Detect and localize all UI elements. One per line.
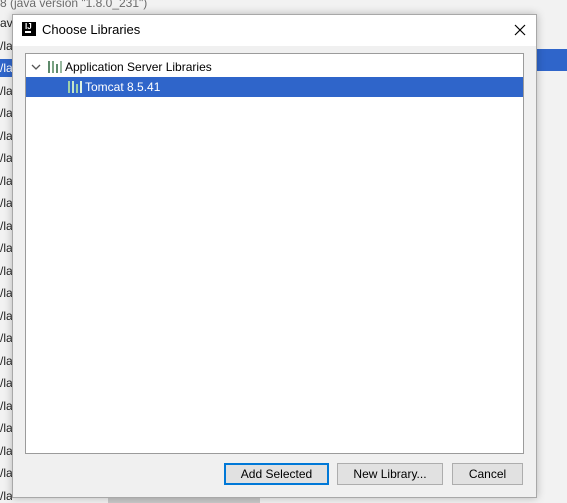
close-icon [514,24,526,36]
background-row: /lav [0,83,12,98]
background-row: /lav [0,466,12,480]
background-row: /lav [0,173,12,188]
background-row: /lav [0,241,12,255]
tree-group-application-server-libraries[interactable]: Application Server Libraries [26,57,523,77]
libraries-tree[interactable]: Application Server Libraries Tomcat 8.5.… [25,53,524,454]
background-row: /lav [0,353,12,368]
background-row: /lav [0,128,12,143]
library-icon [68,81,82,93]
tree-group-label: Application Server Libraries [65,60,212,74]
background-row: /lav [0,331,12,345]
add-selected-button[interactable]: Add Selected [224,463,329,485]
background-row: /lav [0,106,12,120]
background-status-text: 8 (java version "1.8.0_231") [0,0,567,14]
chevron-down-icon[interactable] [31,63,41,71]
background-row: /lav [0,151,12,165]
tree-item-label: Tomcat 8.5.41 [85,80,161,94]
background-row: ava [0,16,12,30]
background-row: /lav [0,376,12,390]
cancel-button[interactable]: Cancel [452,463,523,485]
background-row: /lav [0,38,12,53]
background-row: /lav [0,421,12,435]
new-library-button[interactable]: New Library... [337,463,443,485]
background-java-version-text: 8 (java version "1.8.0_231") [0,0,148,10]
close-button[interactable] [506,17,534,43]
background-row: /lav [0,443,12,458]
background-row: /lav [0,308,12,323]
background-list: ava/lav/lav/lav/lav/lav/lav/lav/lav/lav /… [0,14,12,503]
background-row: /lav [0,263,12,278]
dialog-titlebar: Choose Libraries [13,15,536,46]
background-scrollbar [108,498,260,503]
choose-libraries-dialog: Choose Libraries Application Server Libr… [12,14,537,498]
dialog-title: Choose Libraries [42,22,141,37]
background-row: /lav [0,218,12,233]
intellij-icon [22,22,36,36]
background-row: /lav [0,286,12,300]
background-row: /lav [0,398,12,413]
tree-item-tomcat[interactable]: Tomcat 8.5.41 [26,77,523,97]
background-row: /lav [0,59,12,77]
library-icon [48,61,62,73]
background-selection [535,49,567,71]
background-row: /lav [0,488,12,503]
background-row: /lav [0,196,12,210]
